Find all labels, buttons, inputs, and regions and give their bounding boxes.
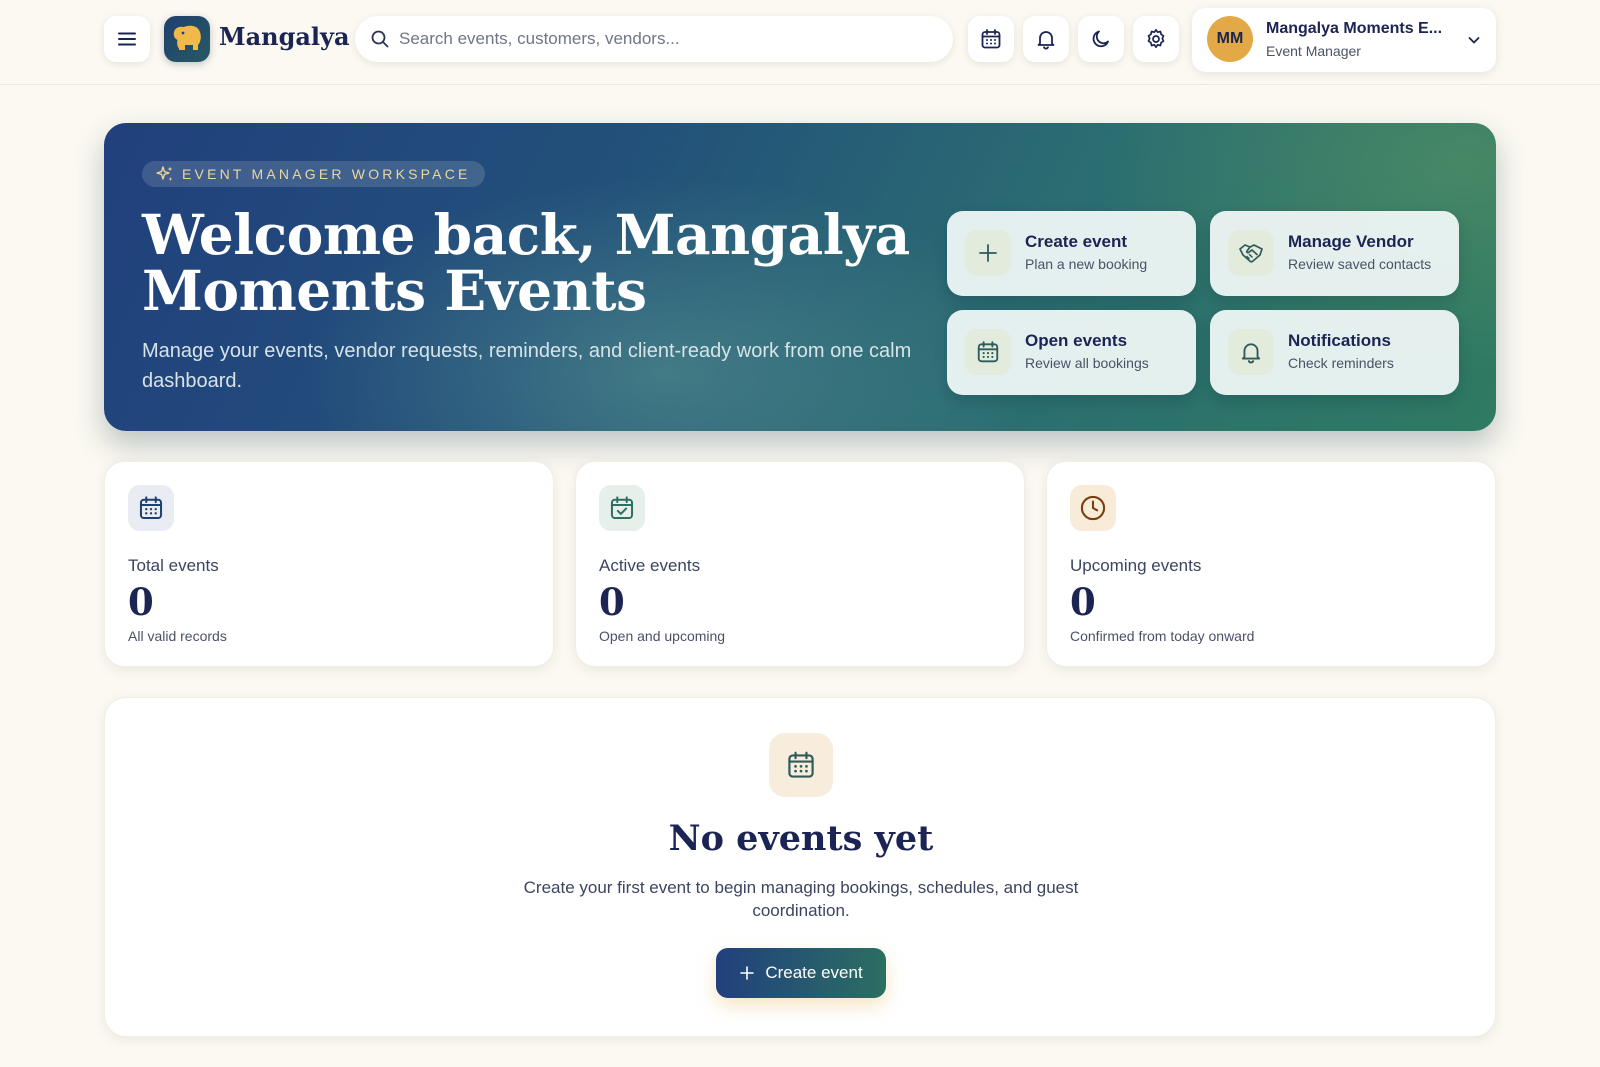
quick-action-subtitle: Check reminders (1288, 355, 1394, 371)
quick-action-subtitle: Review all bookings (1025, 355, 1149, 371)
calendar-icon-tile (965, 329, 1011, 375)
quick-action-title: Notifications (1288, 331, 1391, 350)
calendar-check-icon-tile (599, 485, 645, 531)
calendar-icon (788, 751, 814, 778)
empty-state-title: No events yet (668, 818, 934, 859)
quick-action-title: Open events (1025, 331, 1128, 350)
bell-icon (1241, 343, 1261, 364)
stat-card-upcoming-events: Upcoming events 0 Confirmed from today o… (1046, 461, 1496, 667)
bell-icon-tile (1228, 329, 1274, 375)
notifications-button[interactable] (1023, 16, 1069, 62)
brand-name[interactable]: Mangalya (219, 22, 350, 51)
moon-icon (1092, 30, 1109, 48)
create-event-button-label: Create event (765, 963, 863, 982)
menu-button[interactable] (104, 16, 150, 62)
bell-icon (1037, 31, 1055, 50)
calendar-icon (981, 29, 1001, 49)
plus-icon (740, 966, 755, 980)
dark-mode-button[interactable] (1078, 16, 1124, 62)
quick-action-title: Create event (1025, 232, 1128, 251)
user-name: Mangalya Moments E... (1266, 20, 1443, 37)
search-input[interactable] (399, 16, 939, 62)
empty-state-description: Create your first event to begin managin… (523, 878, 1079, 920)
sparkles-icon (156, 166, 173, 181)
welcome-subtitle: Manage your events, vendor requests, rem… (142, 340, 912, 392)
calendar-icon-tile (769, 733, 833, 797)
quick-action-manage-vendor[interactable]: Manage Vendor Review saved contacts (1210, 211, 1459, 296)
plus-icon-tile (965, 230, 1011, 276)
calendar-icon-tile (128, 485, 174, 531)
quick-action-subtitle: Plan a new booking (1025, 256, 1148, 272)
clock-icon-tile (1070, 485, 1116, 531)
top-bar: Mangalya MM Mangalya Mom (0, 0, 1600, 85)
stat-value: 0 (1070, 580, 1096, 624)
welcome-title: Welcome back, Mangalya Moments Events (142, 202, 910, 323)
stat-value: 0 (128, 580, 154, 624)
stat-label: Upcoming events (1070, 556, 1202, 575)
stat-caption: All valid records (128, 628, 227, 644)
avatar: MM (1207, 16, 1253, 62)
calendar-icon (139, 496, 163, 520)
search-bar (355, 16, 953, 62)
quick-action-subtitle: Review saved contacts (1288, 256, 1432, 272)
stat-caption: Confirmed from today onward (1070, 628, 1255, 644)
user-profile-menu[interactable]: MM Mangalya Moments E... Event Manager (1192, 8, 1496, 72)
create-event-button[interactable]: Create event (716, 948, 886, 998)
hamburger-icon (118, 32, 136, 46)
stat-value: 0 (599, 580, 625, 624)
settings-button[interactable] (1133, 16, 1179, 62)
quick-action-title: Manage Vendor (1288, 232, 1414, 251)
quick-action-notifications[interactable]: Notifications Check reminders (1210, 310, 1459, 395)
workspace-badge-label: EVENT MANAGER WORKSPACE (182, 166, 471, 182)
elephant-logo-icon (173, 25, 201, 50)
quick-action-create-event[interactable]: Create event Plan a new booking (947, 211, 1196, 296)
chevron-down-icon (1468, 37, 1480, 44)
events-empty-state: No events yet Create your first event to… (104, 697, 1496, 1037)
clock-icon (1080, 495, 1106, 521)
stat-caption: Open and upcoming (599, 628, 726, 644)
brand-logo[interactable] (164, 16, 210, 62)
calendar-check-icon (610, 496, 634, 520)
stat-card-total-events: Total events 0 All valid records (104, 461, 554, 667)
stat-label: Total events (128, 556, 219, 575)
plus-icon (979, 244, 997, 262)
calendar-icon (977, 341, 999, 363)
stat-card-active-events: Active events 0 Open and upcoming (575, 461, 1025, 667)
quick-action-open-events[interactable]: Open events Review all bookings (947, 310, 1196, 395)
stat-label: Active events (599, 556, 701, 575)
handshake-icon (1239, 244, 1263, 263)
workspace-badge: EVENT MANAGER WORKSPACE (142, 161, 485, 187)
welcome-hero: EVENT MANAGER WORKSPACE Welcome back, Ma… (104, 123, 1496, 431)
gear-icon (1147, 28, 1165, 49)
user-role: Event Manager (1266, 43, 1361, 59)
handshake-icon-tile (1228, 230, 1274, 276)
search-icon (371, 30, 389, 48)
calendar-button[interactable] (968, 16, 1014, 62)
